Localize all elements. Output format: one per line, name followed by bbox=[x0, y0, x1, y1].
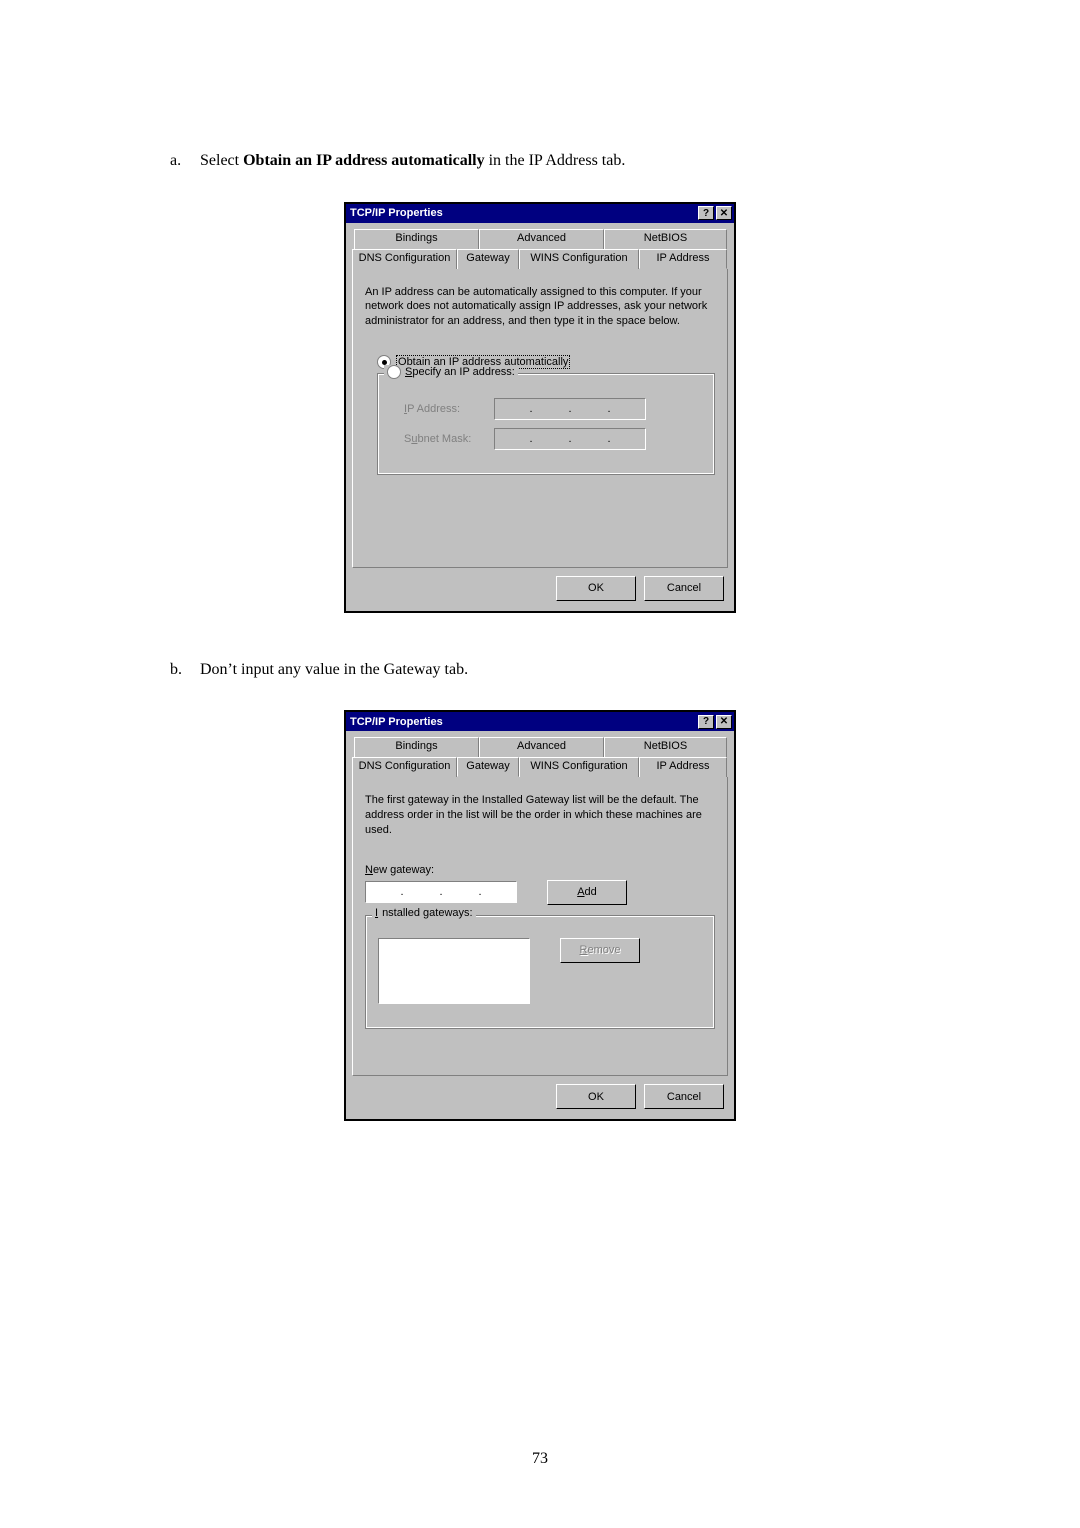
radio-specify[interactable]: Specify an IP address: bbox=[384, 365, 518, 379]
tab-bindings[interactable]: Bindings bbox=[354, 737, 479, 757]
tab-content: The first gateway in the Installed Gatew… bbox=[352, 776, 728, 1076]
subnet-input: ... bbox=[494, 428, 646, 450]
installed-groupbox: Installed gateways: Remove bbox=[365, 915, 715, 1029]
window-title: TCP/IP Properties bbox=[350, 207, 696, 219]
tab-dns[interactable]: DNS Configuration bbox=[352, 757, 457, 777]
tab-bindings[interactable]: Bindings bbox=[354, 229, 479, 249]
tcpip-dialog-ipaddress: TCP/IP Properties ? ✕ Bindings Advanced … bbox=[344, 202, 736, 613]
ip-address-input: ... bbox=[494, 398, 646, 420]
t: nstalled gateways: bbox=[382, 907, 473, 919]
tab-advanced[interactable]: Advanced bbox=[479, 229, 604, 249]
cancel-button[interactable]: Cancel bbox=[644, 1084, 724, 1109]
page-number: 73 bbox=[0, 1450, 1080, 1468]
close-icon[interactable]: ✕ bbox=[716, 715, 732, 729]
titlebar: TCP/IP Properties ? ✕ bbox=[346, 204, 734, 223]
new-gateway-input[interactable]: ... bbox=[365, 881, 517, 903]
field-label: IP Address: bbox=[404, 403, 484, 415]
text: in the IP Address tab. bbox=[485, 152, 626, 169]
cancel-button[interactable]: Cancel bbox=[644, 576, 724, 601]
specify-groupbox: Specify an IP address: IP Address: ... S… bbox=[377, 373, 715, 475]
tab-netbios[interactable]: NetBIOS bbox=[604, 229, 727, 249]
close-icon[interactable]: ✕ bbox=[716, 206, 732, 220]
ok-button[interactable]: OK bbox=[556, 1084, 636, 1109]
installed-label: Installed gateways: bbox=[372, 907, 476, 919]
u: A bbox=[577, 886, 584, 898]
description-text: An IP address can be automatically assig… bbox=[365, 285, 715, 330]
radio-label: Specify an IP address: bbox=[405, 366, 515, 378]
titlebar: TCP/IP Properties ? ✕ bbox=[346, 712, 734, 731]
ip-address-field: IP Address: ... bbox=[404, 398, 702, 420]
u: I bbox=[375, 907, 378, 919]
bold-text: Obtain an IP address automatically bbox=[243, 152, 485, 169]
t: P Address: bbox=[407, 403, 460, 415]
tab-gateway[interactable]: Gateway bbox=[457, 757, 519, 777]
t: pecify an IP address: bbox=[412, 366, 515, 378]
remove-button: Remove bbox=[560, 938, 640, 963]
t: bnet Mask: bbox=[417, 433, 471, 445]
tab-content: An IP address can be automatically assig… bbox=[352, 268, 728, 568]
tab-dns[interactable]: DNS Configuration bbox=[352, 249, 457, 269]
tab-advanced[interactable]: Advanced bbox=[479, 737, 604, 757]
instruction-b: b. Don’t input any value in the Gateway … bbox=[170, 659, 910, 681]
t: dd bbox=[585, 886, 597, 898]
ok-button[interactable]: OK bbox=[556, 576, 636, 601]
tab-wins[interactable]: WINS Configuration bbox=[519, 757, 639, 777]
list-letter: b. bbox=[170, 659, 186, 681]
subnet-field: Subnet Mask: ... bbox=[404, 428, 702, 450]
instruction-a: a. Select Obtain an IP address automatic… bbox=[170, 150, 910, 172]
instruction-text: Select Obtain an IP address automaticall… bbox=[200, 150, 625, 172]
instruction-text: Don’t input any value in the Gateway tab… bbox=[200, 659, 468, 681]
t: emove bbox=[587, 944, 620, 956]
window-title: TCP/IP Properties bbox=[350, 716, 696, 728]
description-text: The first gateway in the Installed Gatew… bbox=[365, 793, 715, 838]
tab-ipaddress[interactable]: IP Address bbox=[639, 757, 727, 777]
tcpip-dialog-gateway: TCP/IP Properties ? ✕ Bindings Advanced … bbox=[344, 710, 736, 1121]
field-label: Subnet Mask: bbox=[404, 433, 484, 445]
radio-icon bbox=[387, 365, 401, 379]
help-icon[interactable]: ? bbox=[698, 206, 714, 220]
installed-gateways-list[interactable] bbox=[378, 938, 530, 1004]
add-button[interactable]: Add bbox=[547, 880, 627, 905]
help-icon[interactable]: ? bbox=[698, 715, 714, 729]
u: N bbox=[365, 864, 373, 876]
text: Select bbox=[200, 152, 243, 169]
tab-ipaddress[interactable]: IP Address bbox=[639, 249, 727, 269]
new-gateway-label: New gateway: bbox=[365, 864, 715, 876]
t: ew gateway: bbox=[373, 864, 434, 876]
tab-netbios[interactable]: NetBIOS bbox=[604, 737, 727, 757]
tab-gateway[interactable]: Gateway bbox=[457, 249, 519, 269]
list-letter: a. bbox=[170, 150, 186, 172]
tab-wins[interactable]: WINS Configuration bbox=[519, 249, 639, 269]
